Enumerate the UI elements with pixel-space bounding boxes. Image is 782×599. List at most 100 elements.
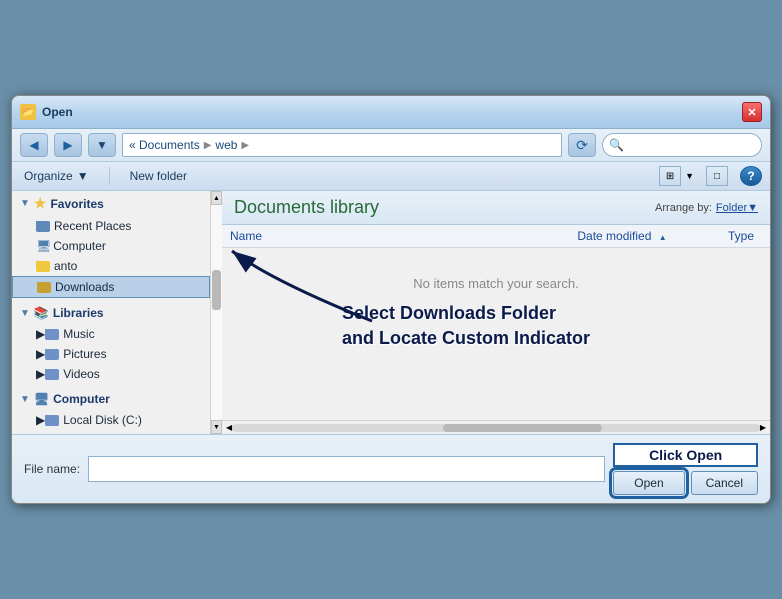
close-button[interactable]: ✕: [742, 102, 762, 122]
col-name[interactable]: Name: [230, 229, 492, 243]
organize-button[interactable]: Organize ▼: [20, 167, 93, 185]
pictures-expand-icon: ▶: [36, 347, 45, 361]
libraries-label: Libraries: [53, 306, 104, 320]
library-title: Documents library: [234, 197, 379, 218]
anto-label: anto: [54, 259, 77, 273]
help-button[interactable]: ?: [740, 166, 762, 186]
crumb-sep1: ▶: [204, 140, 212, 151]
view-detail-button[interactable]: □: [706, 166, 728, 186]
libraries-collapse-icon: ▼: [20, 308, 30, 319]
new-folder-button[interactable]: New folder: [126, 167, 191, 185]
music-folder-icon: [45, 329, 59, 340]
col-type[interactable]: Type: [667, 229, 762, 243]
sidebar-item-computer[interactable]: 🖥 Computer: [12, 236, 210, 256]
toolbar: Organize ▼ New folder ⊞ ▼ □ ?: [12, 162, 770, 191]
title-bar-left: 📂 Open: [20, 104, 73, 120]
sidebar-item-anto[interactable]: anto: [12, 256, 210, 276]
local-disk-icon: [45, 415, 59, 426]
click-open-label: Click Open: [613, 443, 758, 467]
no-items-text: No items match your search.: [413, 276, 578, 291]
h-scroll-thumb[interactable]: [443, 424, 601, 432]
library-icon: 📚: [34, 306, 49, 320]
sidebar-item-downloads[interactable]: Downloads: [12, 276, 210, 298]
file-list: No items match your search.: [222, 248, 770, 420]
view-dropdown-icon[interactable]: ▼: [685, 171, 694, 181]
view-grid-button[interactable]: ⊞: [659, 166, 681, 186]
videos-folder-icon: [45, 369, 59, 380]
sort-arrow-icon: ▲: [659, 233, 667, 242]
music-expand-icon: ▶: [36, 327, 45, 341]
dialog-icon: 📂: [20, 104, 36, 120]
computer2-collapse-icon: ▼: [20, 394, 30, 405]
address-input[interactable]: « Documents ▶ web ▶: [122, 133, 562, 157]
favorites-section: ▼ ★ Favorites Recent Places 🖥 Computer: [12, 191, 210, 298]
videos-expand-icon: ▶: [36, 367, 45, 381]
arrange-by-label: Arrange by:: [655, 202, 712, 214]
pictures-label: Pictures: [63, 347, 106, 361]
sidebar-scrollbar[interactable]: ▲ ▼: [210, 191, 222, 434]
title-bar: 📂 Open ✕: [12, 96, 770, 129]
open-button[interactable]: Open: [613, 471, 684, 495]
address-bar: ◀ ▶ ▼ « Documents ▶ web ▶ ⟳ 🔍: [12, 129, 770, 162]
computer2-label: Computer: [53, 392, 110, 406]
dropdown-button[interactable]: ▼: [88, 133, 116, 157]
sidebar-item-videos[interactable]: ▶ Videos: [12, 364, 210, 384]
crumb-doc: « Documents: [129, 138, 200, 152]
arrange-dropdown-icon: ▼: [747, 202, 758, 214]
crumb-sep2: ▶: [241, 140, 249, 151]
computer2-icon: 🖥: [34, 392, 49, 406]
horizontal-scrollbar[interactable]: ◀ ▶: [222, 420, 770, 434]
scroll-track: [211, 205, 222, 420]
arrange-value[interactable]: Folder ▼: [716, 202, 758, 214]
pictures-folder-icon: [45, 349, 59, 360]
recent-places-label: Recent Places: [54, 219, 131, 233]
computer-section: ▼ 🖥 Computer ▶ Local Disk (C:): [12, 388, 210, 430]
refresh-button[interactable]: ⟳: [568, 133, 596, 157]
libraries-section: ▼ 📚 Libraries ▶ Music ▶ Pictures: [12, 302, 210, 384]
new-folder-label: New folder: [130, 169, 187, 183]
favorites-collapse-icon: ▼: [20, 198, 30, 209]
scroll-up-button[interactable]: ▲: [211, 191, 222, 205]
organize-label: Organize: [24, 169, 73, 183]
scroll-thumb[interactable]: [212, 270, 221, 310]
anto-folder-icon: [36, 261, 50, 272]
search-box[interactable]: 🔍: [602, 133, 762, 157]
sidebar-item-recent-places[interactable]: Recent Places: [12, 216, 210, 236]
favorites-header[interactable]: ▼ ★ Favorites: [12, 191, 210, 216]
column-headers: Name Date modified ▲ Type: [222, 225, 770, 248]
toolbar-separator: [109, 167, 110, 185]
downloads-label: Downloads: [55, 280, 114, 294]
sidebar-item-pictures[interactable]: ▶ Pictures: [12, 344, 210, 364]
file-name-label: File name:: [24, 462, 80, 476]
crumb-web: web: [215, 138, 237, 152]
favorites-label: Favorites: [50, 197, 103, 211]
recent-places-icon: [36, 221, 50, 232]
forward-button[interactable]: ▶: [54, 133, 82, 157]
scroll-down-button[interactable]: ▼: [211, 420, 222, 434]
sidebar-wrapper: ▼ ★ Favorites Recent Places 🖥 Computer: [12, 191, 222, 434]
local-disk-label: Local Disk (C:): [63, 413, 142, 427]
computer-icon: 🖥: [36, 239, 51, 253]
videos-label: Videos: [63, 367, 99, 381]
sidebar-item-local-disk[interactable]: ▶ Local Disk (C:): [12, 410, 210, 430]
h-scroll-track: [232, 424, 760, 432]
dialog-title: Open: [42, 105, 73, 119]
computer2-header[interactable]: ▼ 🖥 Computer: [12, 388, 210, 410]
music-label: Music: [63, 327, 94, 341]
h-scroll-right-icon[interactable]: ▶: [760, 423, 766, 432]
organize-arrow-icon: ▼: [77, 169, 89, 183]
libraries-header[interactable]: ▼ 📚 Libraries: [12, 302, 210, 324]
cancel-button[interactable]: Cancel: [691, 471, 758, 495]
file-name-input[interactable]: [88, 456, 605, 482]
breadcrumb: « Documents ▶ web ▶: [129, 138, 249, 152]
computer-label: Computer: [53, 239, 106, 253]
col-date[interactable]: Date modified ▲: [492, 229, 667, 243]
star-icon: ★: [34, 195, 47, 212]
sidebar-item-music[interactable]: ▶ Music: [12, 324, 210, 344]
open-dialog: 📂 Open ✕ ◀ ▶ ▼ « Documents ▶ web ▶ ⟳ 🔍 O…: [11, 95, 771, 504]
open-cancel-area: Click Open Open Cancel: [613, 443, 758, 495]
back-button[interactable]: ◀: [20, 133, 48, 157]
file-header: Documents library Arrange by: Folder ▼: [222, 191, 770, 225]
sidebar: ▼ ★ Favorites Recent Places 🖥 Computer: [12, 191, 210, 434]
arrange-by: Arrange by: Folder ▼: [655, 202, 758, 214]
